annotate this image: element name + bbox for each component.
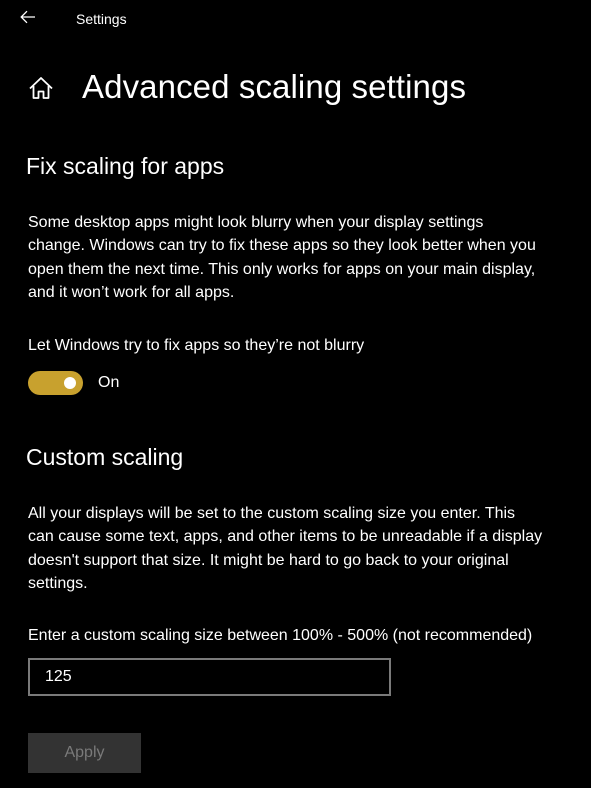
- title-bar: Settings: [0, 0, 591, 40]
- settings-page: Settings Advanced scaling settings Fix s…: [0, 0, 591, 788]
- toggle-knob: [64, 377, 76, 389]
- back-button[interactable]: [14, 6, 42, 32]
- toggle-state-text: On: [98, 374, 120, 391]
- description-line: and it won’t work for all apps.: [28, 283, 235, 301]
- home-button[interactable]: [26, 75, 56, 105]
- custom-scaling-input-label: Enter a custom scaling size between 100%…: [28, 627, 533, 644]
- description-line: All your displays will be set to the cus…: [28, 505, 516, 522]
- page-title: Advanced scaling settings: [82, 68, 467, 105]
- home-icon: [28, 75, 54, 106]
- description-line: doesn't support that size. It might be h…: [28, 551, 509, 569]
- description-line: settings.: [28, 574, 88, 592]
- back-arrow-icon: [20, 10, 36, 29]
- fix-scaling-description: Some desktop apps might look blurry when…: [28, 211, 588, 304]
- fix-scaling-heading: Fix scaling for apps: [26, 153, 225, 179]
- custom-scaling-input[interactable]: [28, 658, 391, 696]
- description-line: open them the next time. This only works…: [28, 260, 536, 278]
- custom-scaling-heading: Custom scaling: [26, 444, 184, 470]
- fix-apps-toggle[interactable]: [28, 371, 83, 395]
- fix-apps-toggle-label: Let Windows try to fix apps so they’re n…: [28, 337, 365, 354]
- custom-scaling-description: All your displays will be set to the cus…: [28, 502, 588, 595]
- description-line: Some desktop apps might look blurry when…: [28, 214, 484, 231]
- description-line: change. Windows can try to fix these app…: [28, 237, 536, 255]
- window-title: Settings: [76, 11, 127, 27]
- description-line: can cause some text, apps, and other ite…: [28, 528, 543, 546]
- apply-button[interactable]: Apply: [28, 733, 141, 773]
